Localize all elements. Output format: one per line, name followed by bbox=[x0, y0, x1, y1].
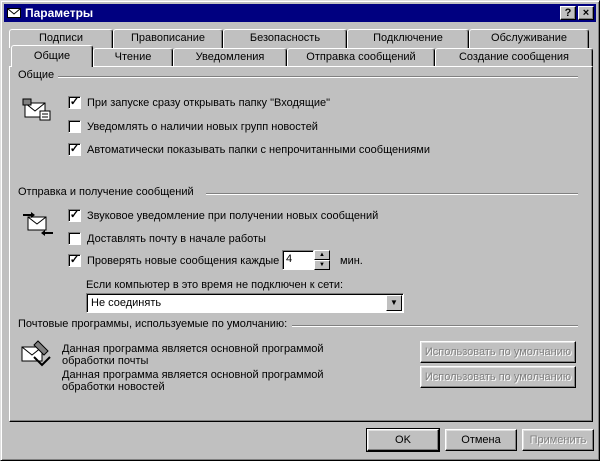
ok-button[interactable]: OK bbox=[366, 428, 440, 452]
group-divider bbox=[56, 76, 578, 78]
group-title-default-programs: Почтовые программы, используемые по умол… bbox=[18, 318, 292, 330]
use-default-mail-button[interactable]: Использовать по умолчанию bbox=[420, 341, 576, 363]
option-sound-notification[interactable]: ✓ Звуковое уведомление при получении нов… bbox=[68, 209, 378, 222]
group-divider bbox=[206, 193, 578, 195]
title-bar[interactable]: Параметры ? × bbox=[4, 4, 596, 22]
help-button[interactable]: ? bbox=[560, 6, 576, 20]
mail-envelope-icon bbox=[22, 97, 52, 126]
mail-default-text: Данная программа является основной прогр… bbox=[62, 343, 324, 367]
checkbox-notify-newsgroups[interactable] bbox=[68, 120, 81, 133]
spin-up-icon[interactable]: ▲ bbox=[314, 250, 330, 260]
tab-security[interactable]: Безопасность bbox=[223, 29, 347, 48]
checkbox-deliver-on-start[interactable] bbox=[68, 232, 81, 245]
use-default-news-button[interactable]: Использовать по умолчанию bbox=[420, 366, 576, 388]
default-program-icon bbox=[20, 339, 52, 372]
chevron-down-icon[interactable]: ▼ bbox=[386, 295, 402, 311]
tab-compose[interactable]: Создание сообщения bbox=[435, 48, 593, 66]
tab-panel-general: Общие ✓ При запуске сразу открывать папк… bbox=[9, 66, 593, 422]
group-divider bbox=[292, 325, 578, 327]
tab-general[interactable]: Общие bbox=[11, 45, 93, 67]
cancel-button[interactable]: Отмена bbox=[445, 429, 517, 451]
window-title: Параметры bbox=[25, 6, 94, 20]
offline-select[interactable]: Не соединять ▼ bbox=[86, 293, 404, 313]
option-notify-newsgroups[interactable]: Уведомлять о наличии новых групп новосте… bbox=[68, 120, 318, 133]
spin-down-icon[interactable]: ▼ bbox=[314, 260, 330, 270]
close-button[interactable]: × bbox=[578, 6, 594, 20]
checkbox-open-inbox[interactable]: ✓ bbox=[68, 96, 81, 109]
apply-button[interactable]: Применить bbox=[522, 429, 594, 451]
tab-spelling[interactable]: Правописание bbox=[113, 29, 223, 48]
options-dialog: Параметры ? × Подписи Правописание Безоп… bbox=[0, 0, 600, 461]
send-receive-icon bbox=[22, 211, 54, 240]
tab-send[interactable]: Отправка сообщений bbox=[287, 48, 435, 66]
checkbox-show-unread-folders[interactable]: ✓ bbox=[68, 143, 81, 156]
checkbox-check-interval[interactable]: ✓ bbox=[68, 254, 81, 267]
tab-maintenance[interactable]: Обслуживание bbox=[469, 29, 589, 48]
tab-read[interactable]: Чтение bbox=[93, 48, 173, 66]
tab-connection[interactable]: Подключение bbox=[347, 29, 469, 48]
group-title-send-receive: Отправка и получение сообщений bbox=[18, 186, 198, 198]
app-icon bbox=[6, 6, 22, 20]
option-open-inbox[interactable]: ✓ При запуске сразу открывать папку "Вхо… bbox=[68, 96, 330, 109]
group-title-general: Общие bbox=[18, 69, 59, 81]
option-show-unread-folders[interactable]: ✓ Автоматически показывать папки с непро… bbox=[68, 143, 430, 156]
interval-input[interactable]: 4 bbox=[282, 250, 314, 270]
interval-unit: мин. bbox=[340, 255, 363, 267]
option-check-interval[interactable]: ✓ Проверять новые сообщения каждые bbox=[68, 254, 279, 267]
news-default-text: Данная программа является основной прогр… bbox=[62, 369, 324, 393]
checkbox-sound-notification[interactable]: ✓ bbox=[68, 209, 81, 222]
interval-spinner[interactable]: ▲ ▼ bbox=[314, 250, 330, 270]
offline-label: Если компьютер в это время не подключен … bbox=[86, 279, 344, 291]
offline-select-value: Не соединять bbox=[91, 297, 162, 309]
tab-notifications[interactable]: Уведомления bbox=[173, 48, 287, 66]
option-deliver-on-start[interactable]: Доставлять почту в начале работы bbox=[68, 232, 266, 245]
